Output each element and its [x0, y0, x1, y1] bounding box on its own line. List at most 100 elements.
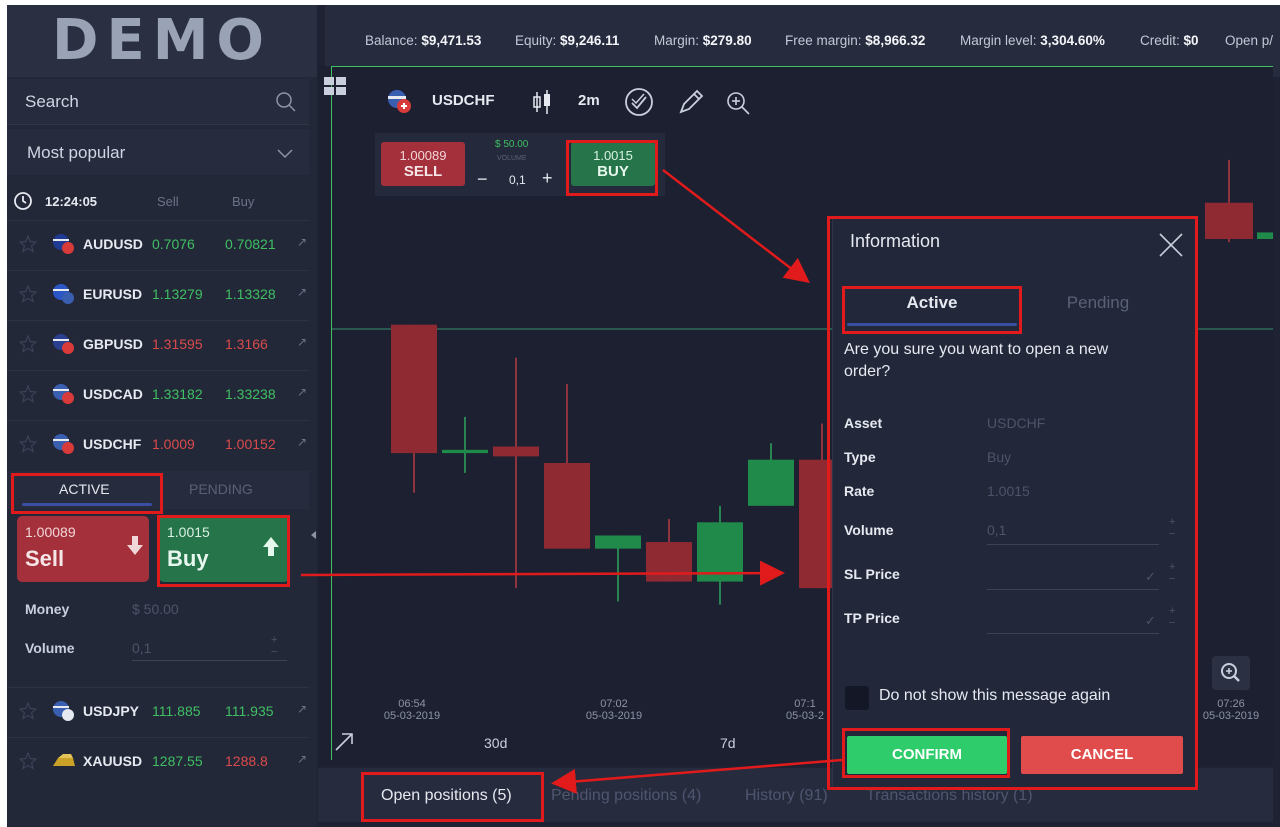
star-icon[interactable] [19, 335, 37, 353]
sl-price-label: SL Price [844, 566, 900, 582]
buy-button[interactable]: 1.0015 Buy [159, 516, 289, 582]
open-chart-icon[interactable]: ↗ [297, 235, 307, 249]
volume-value[interactable]: 0,1 [132, 640, 151, 656]
money-value[interactable]: $ 50.00 [132, 601, 179, 617]
chart-symbol[interactable]: USDCHF [432, 92, 495, 109]
candle-body [1205, 202, 1253, 239]
star-icon[interactable] [19, 702, 37, 720]
volume-stepper[interactable]: + − [271, 634, 277, 658]
chart-volume[interactable]: 0,1 [509, 173, 526, 187]
chart-period[interactable]: 2m [578, 92, 600, 109]
sell-button[interactable]: 1.00089 Sell [17, 516, 149, 582]
flag-icon [53, 284, 74, 304]
asset-buy-price[interactable]: 1.3166 [225, 336, 268, 352]
star-icon[interactable] [19, 385, 37, 403]
open-chart-icon[interactable]: ↗ [297, 385, 307, 399]
chart-zoom-button[interactable] [1212, 656, 1250, 690]
category-dropdown[interactable]: Most popular [7, 129, 309, 175]
credit-stat: Credit: $0 [1140, 33, 1199, 48]
volume-input-line [987, 544, 1159, 545]
candle-type-icon[interactable] [532, 90, 552, 114]
flag-icon [53, 701, 74, 721]
indicators-icon[interactable] [623, 86, 655, 118]
chart-trade-widget: 1.00089 SELL $ 50.00 VOLUME − 0,1 + 1.00… [375, 133, 665, 196]
pencil-icon[interactable] [675, 86, 707, 118]
asset-sell-price[interactable]: 1287.55 [152, 753, 203, 769]
rate-value: 1.0015 [987, 483, 1030, 499]
chart-sell-button[interactable]: 1.00089 SELL [381, 142, 465, 186]
tab-pending[interactable]: PENDING [189, 481, 253, 497]
tab-open-positions[interactable]: Open positions (5) [381, 787, 512, 805]
confirm-order-dialog: Information Active Pending Are you sure … [832, 218, 1196, 788]
volume-plus-button[interactable]: + [542, 168, 553, 189]
candle-7 [748, 443, 794, 506]
collapse-left-icon[interactable] [309, 525, 317, 545]
candle-body [442, 449, 488, 454]
asset-buy-price[interactable]: 1288.8 [225, 753, 268, 769]
trade-tabs: ACTIVE PENDING [7, 471, 309, 509]
asset-row-gbpusd[interactable]: GBPUSD 1.31595 1.3166 ↗ [7, 320, 309, 366]
volume-input[interactable]: 0,1 [987, 522, 1006, 538]
tp-check-icon[interactable]: ✓ [1145, 613, 1156, 629]
star-icon[interactable] [19, 235, 37, 253]
rate-label: Rate [844, 483, 875, 499]
search-input[interactable] [25, 89, 255, 115]
zoom-in-icon[interactable] [725, 90, 751, 116]
candle-body [748, 459, 794, 506]
sl-stepper[interactable]: + − [1169, 561, 1175, 585]
tab-history[interactable]: History (91) [745, 787, 828, 805]
asset-row-usdcad[interactable]: USDCAD 1.33182 1.33238 ↗ [7, 370, 309, 416]
asset-row-xauusd[interactable]: XAUUSD 1287.55 1288.8 ↗ [7, 737, 309, 783]
open-chart-icon[interactable]: ↗ [297, 435, 307, 449]
volume-minus-button[interactable]: − [477, 169, 488, 190]
tab-pending-positions[interactable]: Pending positions (4) [551, 787, 701, 805]
open-chart-icon[interactable]: ↗ [297, 752, 307, 766]
asset-sell-price[interactable]: 111.885 [152, 703, 201, 719]
asset-sell-price[interactable]: 1.31595 [152, 336, 203, 352]
type-label: Type [844, 449, 876, 465]
tab-active[interactable]: ACTIVE [59, 481, 110, 497]
asset-row-audusd[interactable]: AUDUSD 0.7076 0.70821 ↗ [7, 220, 309, 266]
dialog-tab-active[interactable]: Active [847, 293, 1017, 323]
dont-show-label[interactable]: Do not show this message again [879, 687, 1110, 705]
cancel-button[interactable]: CANCEL [1021, 736, 1183, 774]
open-chart-icon[interactable]: ↗ [297, 285, 307, 299]
tp-stepper[interactable]: + − [1169, 605, 1175, 629]
star-icon[interactable] [19, 435, 37, 453]
asset-row-usdjpy[interactable]: USDJPY 111.885 111.935 ↗ [7, 687, 309, 733]
open-chart-icon[interactable]: ↗ [297, 702, 307, 716]
free-margin-stat: Free margin: $8,966.32 [785, 33, 926, 48]
chart-buy-button[interactable]: 1.0015 BUY [571, 142, 655, 186]
asset-buy-price[interactable]: 1.13328 [225, 286, 276, 302]
asset-symbol: USDCAD [83, 386, 143, 402]
volume-stepper[interactable]: + − [1169, 516, 1175, 540]
asset-buy-price[interactable]: 1.00152 [225, 436, 276, 452]
dont-show-checkbox[interactable] [845, 686, 869, 710]
sell-label: Sell [25, 546, 65, 571]
dialog-tab-pending[interactable]: Pending [1018, 293, 1178, 323]
asset-buy-price[interactable]: 0.70821 [225, 236, 276, 252]
open-chart-icon[interactable]: ↗ [297, 335, 307, 349]
range-30d[interactable]: 30d [484, 735, 507, 751]
asset-row-eurusd[interactable]: EURUSD 1.13279 1.13328 ↗ [7, 270, 309, 316]
asset-sell-price[interactable]: 1.0009 [152, 436, 195, 452]
tp-price-input[interactable] [987, 633, 1159, 634]
close-icon[interactable] [1157, 231, 1185, 259]
asset-label: Asset [844, 415, 883, 431]
asset-buy-price[interactable]: 1.33238 [225, 386, 276, 402]
star-icon[interactable] [19, 752, 37, 770]
sl-price-input[interactable] [987, 589, 1159, 590]
chart-toolbar: USDCHF 2m [378, 82, 758, 122]
sl-check-icon[interactable]: ✓ [1145, 569, 1156, 585]
asset-buy-price[interactable]: 111.935 [225, 703, 274, 719]
range-7d[interactable]: 7d [720, 735, 736, 751]
expand-icon[interactable] [333, 731, 355, 753]
star-icon[interactable] [19, 285, 37, 303]
asset-sell-price[interactable]: 1.33182 [152, 386, 203, 402]
search-icon[interactable] [275, 91, 297, 113]
asset-sell-price[interactable]: 0.7076 [152, 236, 195, 252]
tab-transactions-history[interactable]: Transactions history (1) [866, 787, 1033, 805]
asset-row-usdchf[interactable]: USDCHF 1.0009 1.00152 ↗ [7, 420, 309, 466]
confirm-button[interactable]: CONFIRM [847, 736, 1007, 774]
asset-sell-price[interactable]: 1.13279 [152, 286, 203, 302]
